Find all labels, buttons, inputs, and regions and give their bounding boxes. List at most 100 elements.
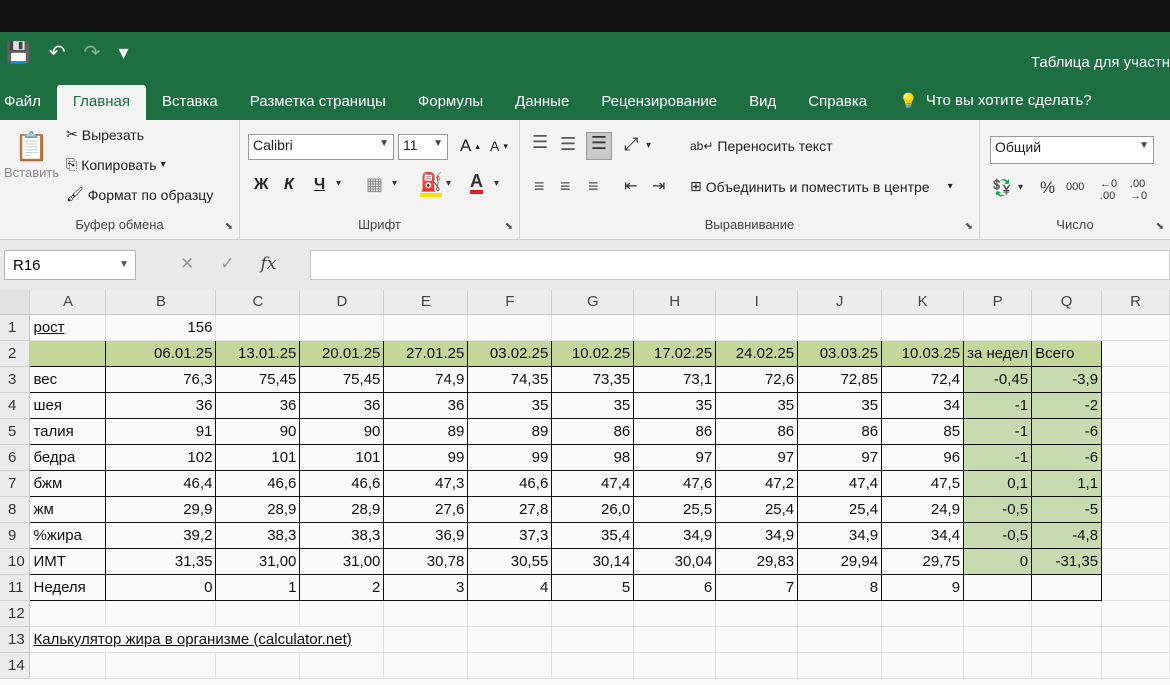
cell[interactable]: 30,04 bbox=[633, 547, 717, 575]
cell[interactable]: 37,3 bbox=[467, 521, 553, 549]
cell[interactable]: 25,4 bbox=[715, 495, 799, 523]
save-icon[interactable]: 💾 bbox=[6, 40, 31, 65]
cell[interactable]: 34,4 bbox=[881, 521, 965, 549]
cell[interactable]: 72,4 bbox=[881, 365, 965, 393]
cell[interactable]: 31,00 bbox=[215, 547, 301, 575]
chevron-down-icon[interactable]: ▾ bbox=[1018, 182, 1023, 193]
cell[interactable]: 36 bbox=[383, 391, 469, 419]
cell[interactable] bbox=[1031, 626, 1103, 653]
cell[interactable] bbox=[881, 600, 965, 627]
cell[interactable]: -0,5 bbox=[963, 521, 1033, 549]
cell[interactable]: 27,8 bbox=[467, 495, 553, 523]
cell[interactable]: 90 bbox=[299, 417, 385, 445]
cell[interactable]: 8 bbox=[797, 573, 883, 601]
cell[interactable]: 25,4 bbox=[797, 495, 883, 523]
cell[interactable]: 03.02.25 bbox=[467, 339, 553, 367]
cell[interactable]: 75,45 bbox=[299, 365, 385, 393]
chevron-down-icon[interactable]: ▾ bbox=[392, 178, 397, 189]
cell[interactable]: 29,83 bbox=[715, 547, 799, 575]
cell[interactable] bbox=[29, 652, 107, 679]
cell[interactable] bbox=[1101, 522, 1170, 549]
align-center-icon[interactable]: ≡ bbox=[560, 176, 571, 197]
shrink-font-button[interactable]: A ▾ bbox=[490, 138, 508, 154]
cell[interactable]: 10.03.25 bbox=[881, 339, 965, 367]
cell[interactable] bbox=[299, 652, 385, 679]
cell[interactable] bbox=[105, 600, 217, 627]
row-header[interactable]: 11 bbox=[0, 574, 31, 601]
decrease-decimal-icon[interactable]: .00 →0 bbox=[1130, 178, 1147, 202]
cell[interactable]: -0,45 bbox=[963, 365, 1033, 393]
chevron-down-icon[interactable]: ▾ bbox=[336, 178, 341, 189]
cell[interactable]: 31,35 bbox=[105, 547, 217, 575]
column-header-G[interactable]: G bbox=[551, 290, 635, 315]
cell[interactable] bbox=[1031, 573, 1103, 601]
cell[interactable]: 36 bbox=[105, 391, 217, 419]
cell[interactable]: 73,35 bbox=[551, 365, 635, 393]
row-label-cell[interactable]: вес bbox=[29, 365, 107, 393]
row-label-cell[interactable]: бедра bbox=[29, 443, 107, 471]
cell[interactable]: 76,3 bbox=[105, 365, 217, 393]
cell[interactable]: 47,4 bbox=[551, 469, 635, 497]
cell[interactable]: -6 bbox=[1031, 443, 1103, 471]
cell[interactable]: 4 bbox=[467, 573, 553, 601]
row-label-cell[interactable]: ИМТ bbox=[29, 547, 107, 575]
cell[interactable] bbox=[797, 652, 883, 679]
cell[interactable]: 86 bbox=[633, 417, 717, 445]
cell[interactable]: 46,6 bbox=[467, 469, 553, 497]
cell[interactable]: 90 bbox=[215, 417, 301, 445]
dialog-launcher-icon[interactable]: ⬊ bbox=[965, 221, 973, 232]
tab-8[interactable]: Справка bbox=[792, 93, 883, 120]
cell[interactable] bbox=[1101, 418, 1170, 445]
align-bottom-icon[interactable]: ☰ bbox=[586, 132, 612, 160]
cell[interactable]: 0 bbox=[963, 547, 1033, 575]
tab-3[interactable]: Разметка страницы bbox=[234, 93, 402, 120]
cell[interactable]: -31,35 bbox=[1031, 547, 1103, 575]
row-header[interactable]: 5 bbox=[0, 418, 31, 445]
cell[interactable] bbox=[1031, 652, 1103, 679]
cell[interactable] bbox=[383, 626, 469, 653]
row-header[interactable]: 4 bbox=[0, 392, 31, 419]
cell[interactable]: 85 bbox=[881, 417, 965, 445]
currency-icon[interactable]: 💱 bbox=[992, 178, 1012, 198]
percent-button[interactable]: % bbox=[1040, 178, 1055, 198]
font-size-select[interactable]: 11 ▼ bbox=[398, 134, 448, 160]
cell[interactable]: 102 bbox=[105, 443, 217, 471]
row-header[interactable]: 9 bbox=[0, 522, 31, 549]
cell[interactable] bbox=[1101, 496, 1170, 523]
cell[interactable]: 99 bbox=[467, 443, 553, 471]
row-header[interactable]: 2 bbox=[0, 340, 31, 367]
cell[interactable]: -1 bbox=[963, 417, 1033, 445]
cell[interactable]: 35 bbox=[551, 391, 635, 419]
cell[interactable]: 03.03.25 bbox=[797, 339, 883, 367]
cell[interactable] bbox=[633, 600, 717, 627]
cell[interactable]: 74,9 bbox=[383, 365, 469, 393]
cell[interactable]: Всего bbox=[1031, 339, 1103, 367]
cell[interactable]: 38,3 bbox=[299, 521, 385, 549]
font-name-select[interactable]: Calibri ▼ bbox=[248, 134, 394, 160]
tab-0[interactable]: Файл bbox=[0, 93, 57, 120]
cell[interactable] bbox=[797, 600, 883, 627]
row-header[interactable]: 8 bbox=[0, 496, 31, 523]
cell[interactable]: -3,9 bbox=[1031, 365, 1103, 393]
cell[interactable] bbox=[715, 626, 799, 653]
cell[interactable]: 46,6 bbox=[299, 469, 385, 497]
cell[interactable]: 47,4 bbox=[797, 469, 883, 497]
cell[interactable]: 36,9 bbox=[383, 521, 469, 549]
cell[interactable]: 27.01.25 bbox=[383, 339, 469, 367]
cell[interactable]: 35,4 bbox=[551, 521, 635, 549]
cell[interactable]: 35 bbox=[797, 391, 883, 419]
cell[interactable] bbox=[215, 652, 301, 679]
cell[interactable]: 7 bbox=[715, 573, 799, 601]
cell[interactable]: 25,5 bbox=[633, 495, 717, 523]
row-header[interactable]: 1 bbox=[0, 314, 31, 341]
cell[interactable]: 156 bbox=[105, 314, 217, 341]
cell[interactable]: 35 bbox=[633, 391, 717, 419]
cell[interactable]: 31,00 bbox=[299, 547, 385, 575]
cell[interactable] bbox=[633, 652, 717, 679]
cell[interactable] bbox=[383, 314, 469, 341]
cell[interactable] bbox=[29, 600, 107, 627]
cell[interactable]: 36 bbox=[299, 391, 385, 419]
column-header-C[interactable]: C bbox=[215, 290, 301, 315]
row-header[interactable]: 7 bbox=[0, 470, 31, 497]
cell[interactable] bbox=[551, 600, 635, 627]
